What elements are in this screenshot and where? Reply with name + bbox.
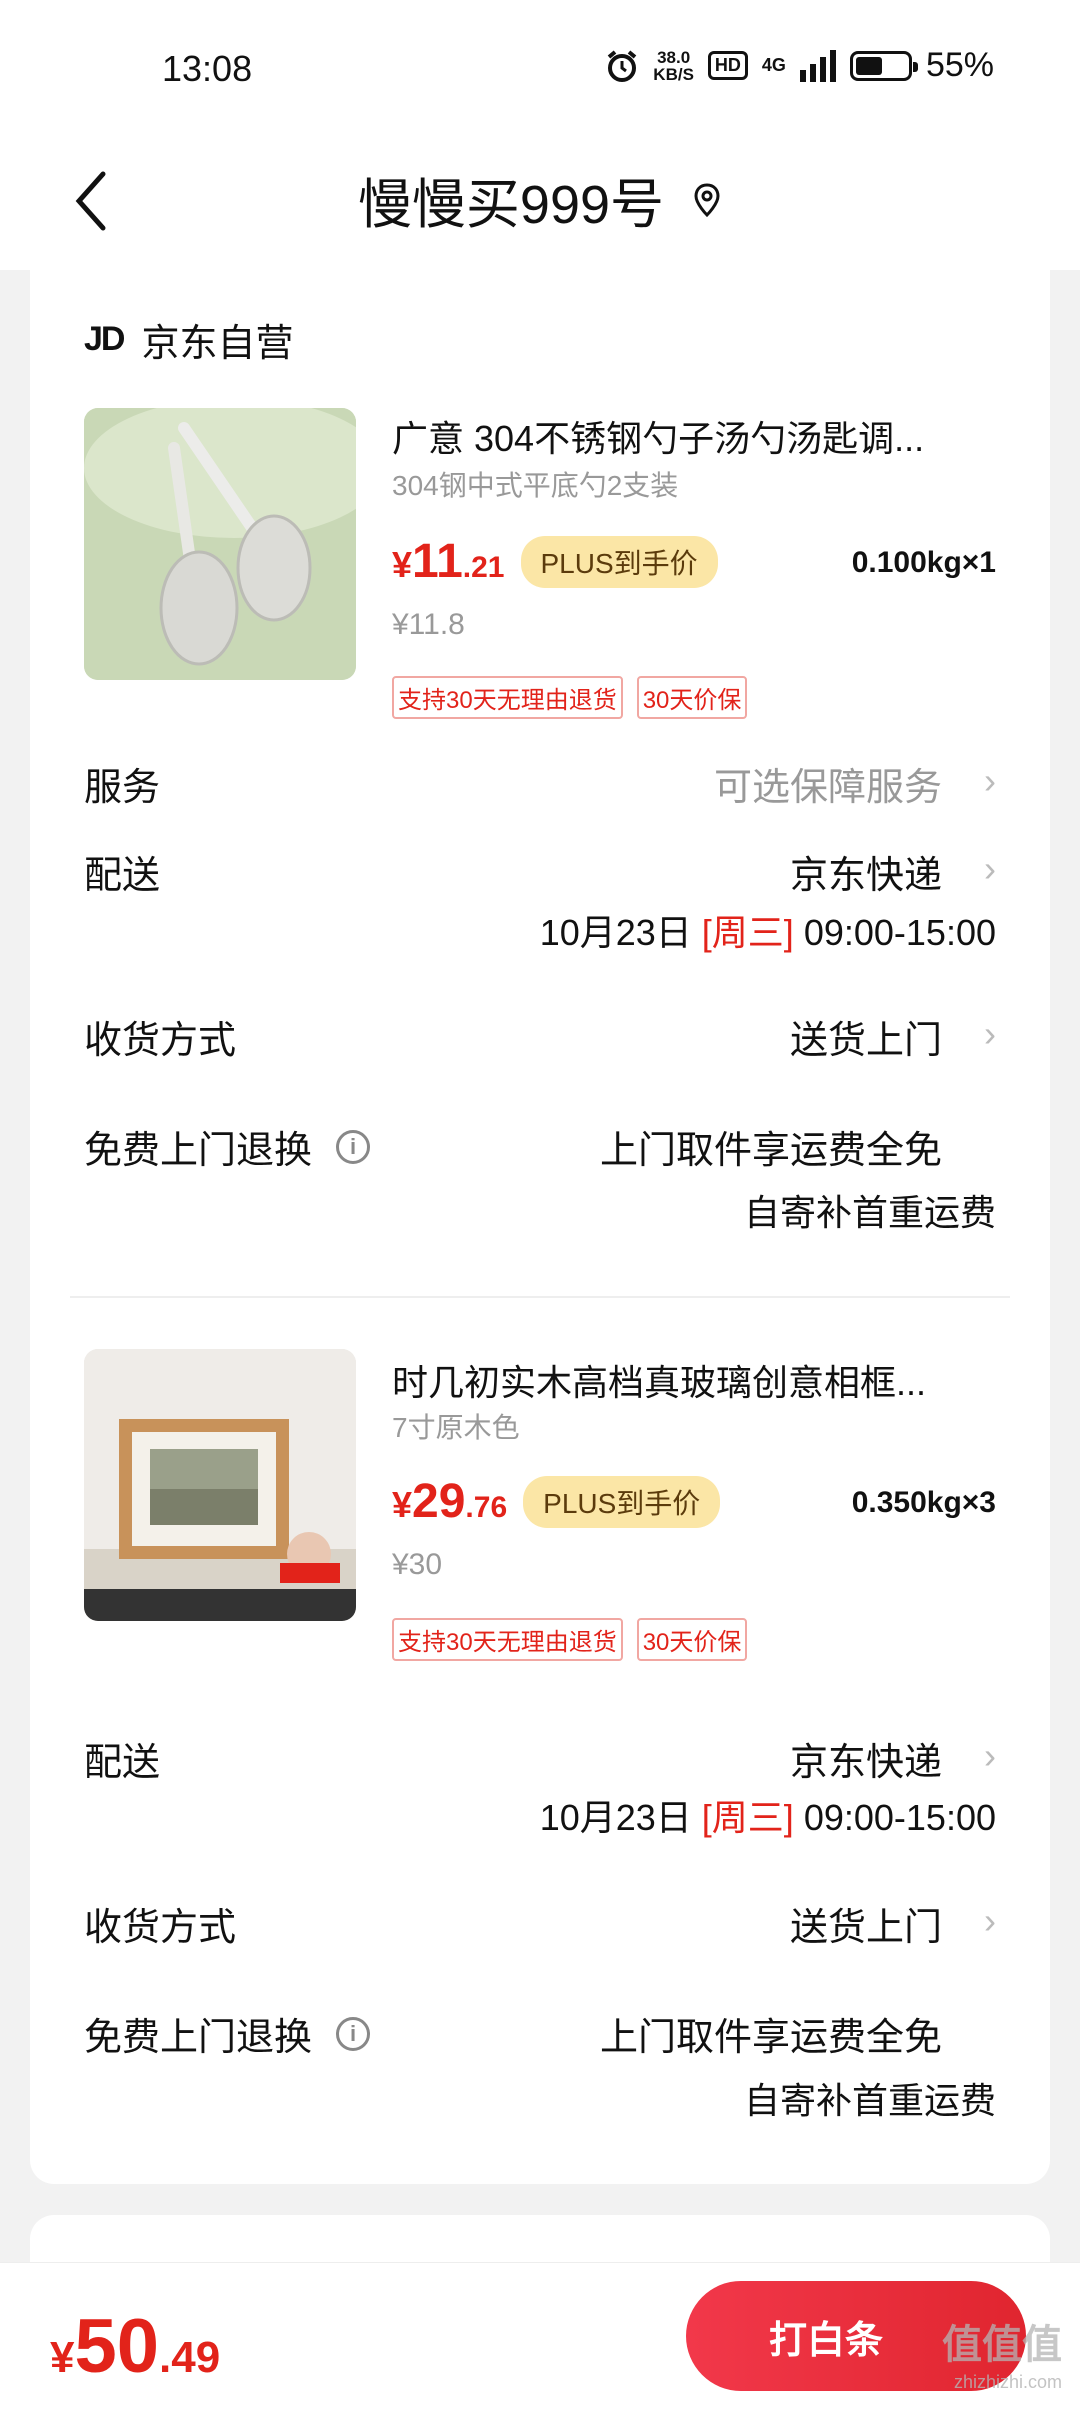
item-divider (70, 1296, 1010, 1298)
shop-name: 京东自营 (141, 323, 294, 365)
price-currency: ¥ (392, 1484, 413, 1525)
return-line1: 上门取件享运费全免 (599, 2017, 942, 2059)
item-price: ¥ 11 .21 PLUS到手价 (392, 534, 718, 589)
plus-price-badge: PLUS到手价 (523, 1475, 721, 1528)
watermark: 值值值 (942, 2323, 1062, 2367)
status-icons: 38.0 KB/S HD 4G 55% (605, 46, 994, 85)
price-currency: ¥ (392, 544, 413, 585)
delivery-weekday: [周三] (701, 1797, 794, 1838)
receive-method-row[interactable]: 收货方式 送货上门 › (84, 1896, 996, 1956)
return-line1: 上门取件享运费全免 (599, 1130, 942, 1172)
receive-value: 送货上门 (789, 1020, 942, 1062)
receive-label: 收货方式 (84, 1907, 237, 1949)
free-return-label: 免费上门退换 (84, 1130, 313, 1172)
delivery-label: 配送 (84, 1742, 161, 1784)
delivery-label: 配送 (84, 855, 161, 897)
free-return-row: 免费上门退换 i 上门取件享运费全免 (84, 1119, 996, 1179)
item-weight-qty: 0.350kg×3 (851, 1486, 996, 1519)
shop-header: JD 京东自营 (84, 312, 293, 367)
tag-price-protect: 30天价保 (636, 676, 748, 719)
plus-price-badge: PLUS到手价 (520, 535, 718, 588)
product-image-spoons[interactable] (84, 408, 356, 680)
item-spec[interactable]: 7寸原木色 (392, 1406, 520, 1446)
delivery-time: 10月23日 [周三] 09:00-15:00 (540, 904, 996, 956)
info-icon[interactable]: i (336, 1129, 371, 1164)
delivery-date: 10月23日 (539, 912, 692, 953)
delivery-row[interactable]: 配送 京东快递 › (84, 844, 996, 904)
battery-percent: 55% (925, 46, 994, 84)
service-label: 服务 (84, 767, 161, 809)
net-speed-unit: KB/S (653, 64, 694, 84)
item-weight-qty: 0.100kg×1 (851, 546, 996, 579)
delivery-row[interactable]: 配送 京东快递 › (84, 1731, 996, 1791)
return-line2: 自寄补首重运费 (743, 1192, 996, 1233)
page-title-bar: 慢慢买999号 (0, 160, 1080, 239)
delivery-value: 京东快递 (789, 1742, 942, 1784)
free-return-label-wrap: 免费上门退换 i (84, 1119, 371, 1174)
free-return-label-wrap: 免费上门退换 i (84, 2006, 371, 2061)
delivery-time: 10月23日 [周三] 09:00-15:00 (540, 1789, 996, 1841)
delivery-window: 09:00-15:00 (803, 1797, 996, 1838)
receive-value: 送货上门 (789, 1907, 942, 1949)
net-speed: 38.0 KB/S (653, 49, 694, 83)
service-value: 可选保障服务 (713, 767, 942, 809)
tag-return: 支持30天无理由退货 (392, 1618, 623, 1661)
delivery-date: 10月23日 (539, 1797, 692, 1838)
price-decimal: .21 (462, 551, 505, 584)
item-tags: 支持30天无理由退货 30天价保 (392, 676, 748, 719)
order-card: JD 京东自营 广意 304不锈钢勺子汤勺汤匙调... 304钢中式平底勺2支装… (30, 264, 1050, 2184)
tag-price-protect: 30天价保 (636, 1618, 748, 1661)
receive-method-row[interactable]: 收货方式 送货上门 › (84, 1009, 996, 1069)
jd-logo: JD (84, 320, 125, 358)
price-integer: 29 (412, 1475, 466, 1528)
original-price: ¥30 (392, 1548, 443, 1581)
chevron-right-icon: › (984, 1735, 996, 1776)
price-decimal: .76 (465, 1491, 508, 1524)
header: 慢慢买999号 (0, 130, 1080, 270)
chevron-right-icon: › (984, 848, 996, 889)
total-price: ¥ 50 .49 (50, 2303, 220, 2390)
status-bar: 13:08 38.0 KB/S HD 4G 55% (0, 0, 1080, 130)
signal-icon (799, 49, 836, 82)
delivery-window: 09:00-15:00 (803, 912, 996, 953)
receive-label: 收货方式 (84, 1020, 237, 1062)
network-type: 4G (761, 55, 786, 75)
total-decimal: .49 (159, 2333, 221, 2382)
free-return-label: 免费上门退换 (84, 2017, 313, 2059)
info-icon[interactable]: i (336, 2016, 371, 2051)
chevron-right-icon: › (984, 760, 996, 801)
item-tags: 支持30天无理由退货 30天价保 (392, 1618, 748, 1661)
delivery-value: 京东快递 (789, 855, 942, 897)
item-spec[interactable]: 304钢中式平底勺2支装 (392, 464, 678, 504)
service-row[interactable]: 服务 可选保障服务 › (84, 756, 996, 816)
total-currency: ¥ (50, 2333, 75, 2382)
return-line2: 自寄补首重运费 (743, 2080, 996, 2121)
chevron-right-icon: › (984, 1013, 996, 1054)
free-return-row: 免费上门退换 i 上门取件享运费全免 (84, 2006, 996, 2066)
item-title[interactable]: 时几初实木高档真玻璃创意相框... (392, 1354, 992, 1406)
watermark-url: zhizhizhi.com (953, 2372, 1062, 2392)
alarm-icon (608, 49, 637, 82)
item-price: ¥ 29 .76 PLUS到手价 (392, 1474, 721, 1529)
location-pin-icon[interactable] (692, 182, 722, 218)
bottom-bar: ¥ 50 .49 打白条 (0, 2262, 1080, 2412)
page-title: 慢慢买999号 (357, 175, 665, 235)
net-speed-value: 38.0 (657, 47, 691, 67)
price-integer: 11 (412, 535, 463, 588)
delivery-weekday: [周三] (701, 912, 794, 953)
chevron-right-icon: › (984, 1900, 996, 1941)
status-time: 13:08 (162, 48, 253, 89)
battery-icon (849, 50, 918, 81)
item-title[interactable]: 广意 304不锈钢勺子汤勺汤匙调... (392, 410, 992, 462)
product-image-frame[interactable] (84, 1349, 356, 1621)
hd-badge: HD (707, 51, 748, 80)
total-integer: 50 (74, 2304, 160, 2389)
original-price: ¥11.8 (392, 608, 465, 641)
tag-return: 支持30天无理由退货 (392, 676, 623, 719)
